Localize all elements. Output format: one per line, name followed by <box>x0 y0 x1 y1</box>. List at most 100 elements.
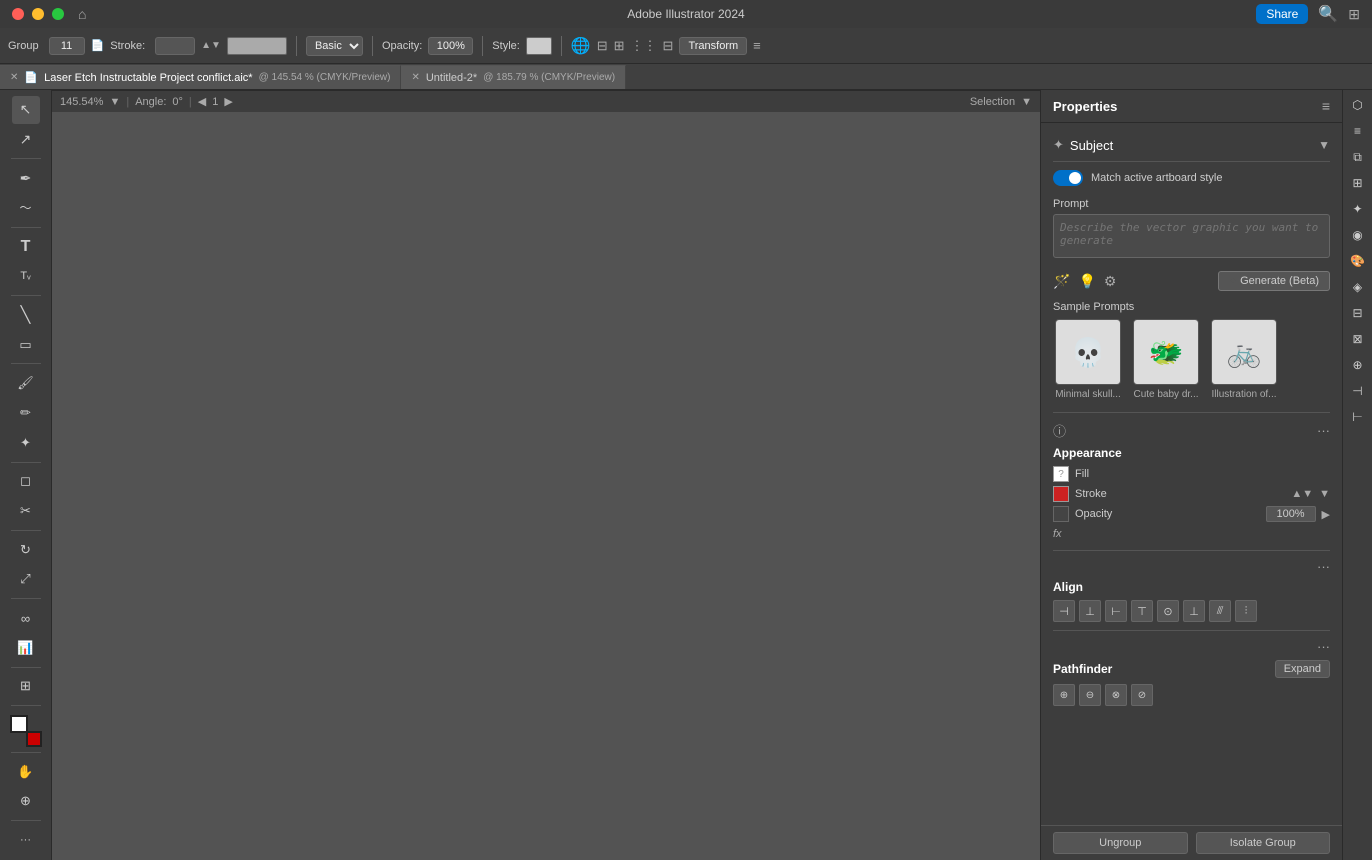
align-right-btn[interactable]: ⊢ <box>1105 600 1127 622</box>
bar-graph-tool[interactable]: 📊 <box>12 634 40 662</box>
scale-tool[interactable]: ⤢ <box>12 566 40 594</box>
isolate-group-button[interactable]: Isolate Group <box>1196 832 1331 854</box>
match-style-toggle[interactable] <box>1053 170 1083 186</box>
align-icon-tb[interactable]: ⋮⋮ <box>631 38 657 54</box>
page-next[interactable]: ▶ <box>224 95 232 108</box>
more-tools-btn[interactable]: ··· <box>12 826 40 854</box>
fx-button[interactable]: fx <box>1053 528 1062 540</box>
rotate-tool[interactable]: ↻ <box>12 536 40 564</box>
page-prev[interactable]: ◀ <box>198 95 206 108</box>
zoom-tool[interactable]: ⊕ <box>12 788 40 816</box>
opacity-arrow[interactable]: ▶ <box>1322 508 1330 521</box>
hand-tool[interactable]: ✋ <box>12 758 40 786</box>
arrange-icon[interactable]: ⊞ <box>1348 6 1360 23</box>
opacity-checkbox[interactable] <box>1053 506 1069 522</box>
shaper-tool[interactable]: ✦ <box>12 429 40 457</box>
panel-header: Properties ≡ <box>1041 90 1342 123</box>
stroke-swatch[interactable] <box>1053 486 1069 502</box>
more-transform-icon[interactable]: ≡ <box>753 38 761 53</box>
home-icon[interactable]: ⌂ <box>78 6 86 22</box>
align-bottom-btn[interactable]: ⊥ <box>1183 600 1205 622</box>
gen-icon: ✦ <box>1229 276 1237 287</box>
prompt-textarea[interactable] <box>1053 214 1330 258</box>
pen-tool[interactable]: ✒ <box>12 164 40 192</box>
collapse-icon[interactable]: ⊢ <box>1347 406 1369 428</box>
gear-icon[interactable]: ⚙ <box>1104 273 1117 290</box>
properties-icon[interactable]: ≡ <box>1347 120 1369 142</box>
eraser-tool[interactable]: ◻ <box>12 467 40 495</box>
transform-panel-icon[interactable]: ⊠ <box>1347 328 1369 350</box>
stroke-arrows-ap[interactable]: ▲▼ <box>1291 488 1313 500</box>
info-icon[interactable]: ⓘ <box>1053 421 1066 440</box>
graphic-styles-icon[interactable]: 🎨 <box>1347 250 1369 272</box>
maximize-button[interactable] <box>52 8 64 20</box>
sample-1[interactable]: 💀 Minimal skull... <box>1053 319 1123 400</box>
transform-btn[interactable]: Transform <box>679 37 747 55</box>
pathfinder-panel-icon[interactable]: ⊕ <box>1347 354 1369 376</box>
brushes-icon[interactable]: ✦ <box>1347 198 1369 220</box>
tab-2[interactable]: ✕ Untitled-2* @ 185.79 % (CMYK/Preview) <box>401 65 626 89</box>
stroke-input[interactable] <box>155 37 195 55</box>
search-icon[interactable]: 🔍 <box>1318 4 1338 24</box>
dist-h-btn[interactable]: ⫻ <box>1209 600 1231 622</box>
layers-icon[interactable]: ⧉ <box>1347 146 1369 168</box>
minimize-button[interactable] <box>32 8 44 20</box>
paintbrush-tool[interactable]: 🖌 <box>12 369 40 397</box>
sample-desc-2: Cute baby dr... <box>1133 389 1198 400</box>
expand-button[interactable]: Expand <box>1275 660 1330 678</box>
opacity-input[interactable] <box>428 37 473 55</box>
selection-tool[interactable]: ↖ <box>12 96 40 124</box>
pf-unite[interactable]: ⊕ <box>1053 684 1075 706</box>
align-panel-icon[interactable]: ⊟ <box>1347 302 1369 324</box>
curvature-tool[interactable]: 〜 <box>12 194 40 222</box>
ungroup-button[interactable]: Ungroup <box>1053 832 1188 854</box>
blend-tool[interactable]: ∞ <box>12 604 40 632</box>
share-button[interactable]: Share <box>1256 4 1308 24</box>
align-top-btn[interactable]: ⊤ <box>1131 600 1153 622</box>
panel-menu-icon[interactable]: ≡ <box>1322 98 1330 114</box>
direct-selection-tool[interactable]: ↗ <box>12 126 40 154</box>
color-boxes[interactable] <box>10 715 42 747</box>
more-options-icon[interactable]: ··· <box>1317 559 1330 574</box>
tab-close-1[interactable]: ✕ <box>10 72 18 83</box>
dist-v-btn[interactable]: ⫶ <box>1235 600 1257 622</box>
stroke-color-box[interactable] <box>26 731 42 747</box>
sample-2[interactable]: 🐲 Cute baby dr... <box>1131 319 1201 400</box>
close-button[interactable] <box>12 8 24 20</box>
appearance-icon[interactable]: ◈ <box>1347 276 1369 298</box>
type-tool[interactable]: T <box>12 233 40 261</box>
line-tool[interactable]: ╲ <box>12 301 40 329</box>
tab-1[interactable]: ✕ 📄 Laser Etch Instructable Project conf… <box>0 65 401 89</box>
touch-type-tool[interactable]: Tᵥ <box>12 262 40 290</box>
pf-minus-front[interactable]: ⊖ <box>1079 684 1101 706</box>
rect-tool[interactable]: ▭ <box>12 331 40 359</box>
transform-icon-tb[interactable]: ⊞ <box>614 38 625 54</box>
subject-dropdown[interactable]: ▼ <box>1318 138 1330 152</box>
align-center-v-btn[interactable]: ⊙ <box>1157 600 1179 622</box>
pf-exclude[interactable]: ⊘ <box>1131 684 1153 706</box>
scissors-tool[interactable]: ✂ <box>12 497 40 525</box>
align-center-h-btn[interactable]: ⊥ <box>1079 600 1101 622</box>
swatches-icon[interactable]: ⊞ <box>1347 172 1369 194</box>
cc-libraries-icon[interactable]: ⬡ <box>1347 94 1369 116</box>
distribute-icon[interactable]: ⊟ <box>663 38 674 54</box>
globe-icon[interactable]: 🌐 <box>571 36 591 56</box>
wand-icon[interactable]: 🪄 <box>1053 273 1070 290</box>
pf-intersect[interactable]: ⊗ <box>1105 684 1127 706</box>
generate-button[interactable]: ✦ Generate (Beta) <box>1218 271 1330 291</box>
artboard-icon[interactable]: ⊟ <box>597 38 608 54</box>
sample-3[interactable]: 🚲 Illustration of... <box>1209 319 1279 400</box>
stroke-arrow-down[interactable]: ▼ <box>1319 488 1330 500</box>
appearance-menu-icon[interactable]: ··· <box>1317 423 1330 438</box>
artboard-tool[interactable]: ⊞ <box>12 673 40 701</box>
style-select[interactable]: Basic <box>306 36 363 56</box>
pencil-tool[interactable]: ✏ <box>12 399 40 427</box>
align-left-btn[interactable]: ⊣ <box>1053 600 1075 622</box>
symbols-icon[interactable]: ◉ <box>1347 224 1369 246</box>
tab-close-2[interactable]: ✕ <box>411 72 419 83</box>
lightbulb-icon[interactable]: 💡 <box>1078 273 1095 290</box>
font-size-input[interactable] <box>49 37 85 55</box>
stroke-arrows[interactable]: ▲▼ <box>201 40 221 51</box>
more-options-icon-2[interactable]: ··· <box>1317 639 1330 654</box>
expand-icon[interactable]: ⊣ <box>1347 380 1369 402</box>
